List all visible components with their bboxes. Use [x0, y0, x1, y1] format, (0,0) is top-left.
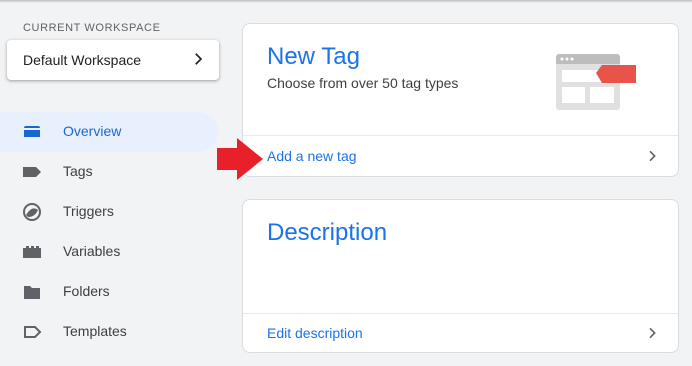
sidebar-item-label: Triggers [63, 203, 114, 219]
chevron-right-icon [649, 150, 656, 162]
overview-icon [24, 126, 40, 137]
sidebar-item-label: Tags [63, 163, 93, 179]
sidebar-item-label: Overview [63, 123, 122, 139]
sidebar-item-label: Variables [63, 243, 121, 259]
card-title: New Tag [267, 43, 360, 70]
trigger-icon [23, 203, 41, 221]
template-icon [24, 326, 42, 338]
tag-icon [23, 167, 41, 177]
new-tag-card: New Tag Choose from over 50 tag types Ad… [242, 23, 679, 177]
chevron-right-icon [649, 327, 656, 339]
folder-icon [24, 286, 40, 299]
workspace-selector[interactable]: Default Workspace [7, 40, 219, 80]
sidebar-item-templates[interactable]: Templates [0, 312, 218, 352]
card-subtitle: Choose from over 50 tag types [267, 75, 459, 91]
card-title: Description [267, 219, 388, 246]
variables-icon [23, 246, 41, 258]
workspace-name: Default Workspace [23, 52, 142, 68]
sidebar-item-tags[interactable]: Tags [0, 152, 218, 192]
edit-description-label: Edit description [267, 325, 363, 341]
annotation-arrow-icon [217, 138, 263, 180]
sidebar: CURRENT WORKSPACE Default Workspace Over… [0, 0, 230, 366]
tag-illustration-icon [556, 54, 636, 110]
sidebar-item-folders[interactable]: Folders [0, 272, 218, 312]
sidebar-item-label: Folders [63, 283, 110, 299]
sidebar-item-triggers[interactable]: Triggers [0, 192, 218, 232]
sidebar-item-label: Templates [63, 323, 127, 339]
add-new-tag-label: Add a new tag [267, 148, 357, 164]
description-card: Description Edit description [242, 199, 679, 353]
add-new-tag-link[interactable]: Add a new tag [243, 136, 678, 176]
current-workspace-label: CURRENT WORKSPACE [23, 22, 161, 34]
sidebar-item-variables[interactable]: Variables [0, 232, 218, 272]
chevron-right-icon [195, 53, 203, 65]
edit-description-link[interactable]: Edit description [243, 313, 678, 353]
sidebar-item-overview[interactable]: Overview [0, 112, 218, 152]
